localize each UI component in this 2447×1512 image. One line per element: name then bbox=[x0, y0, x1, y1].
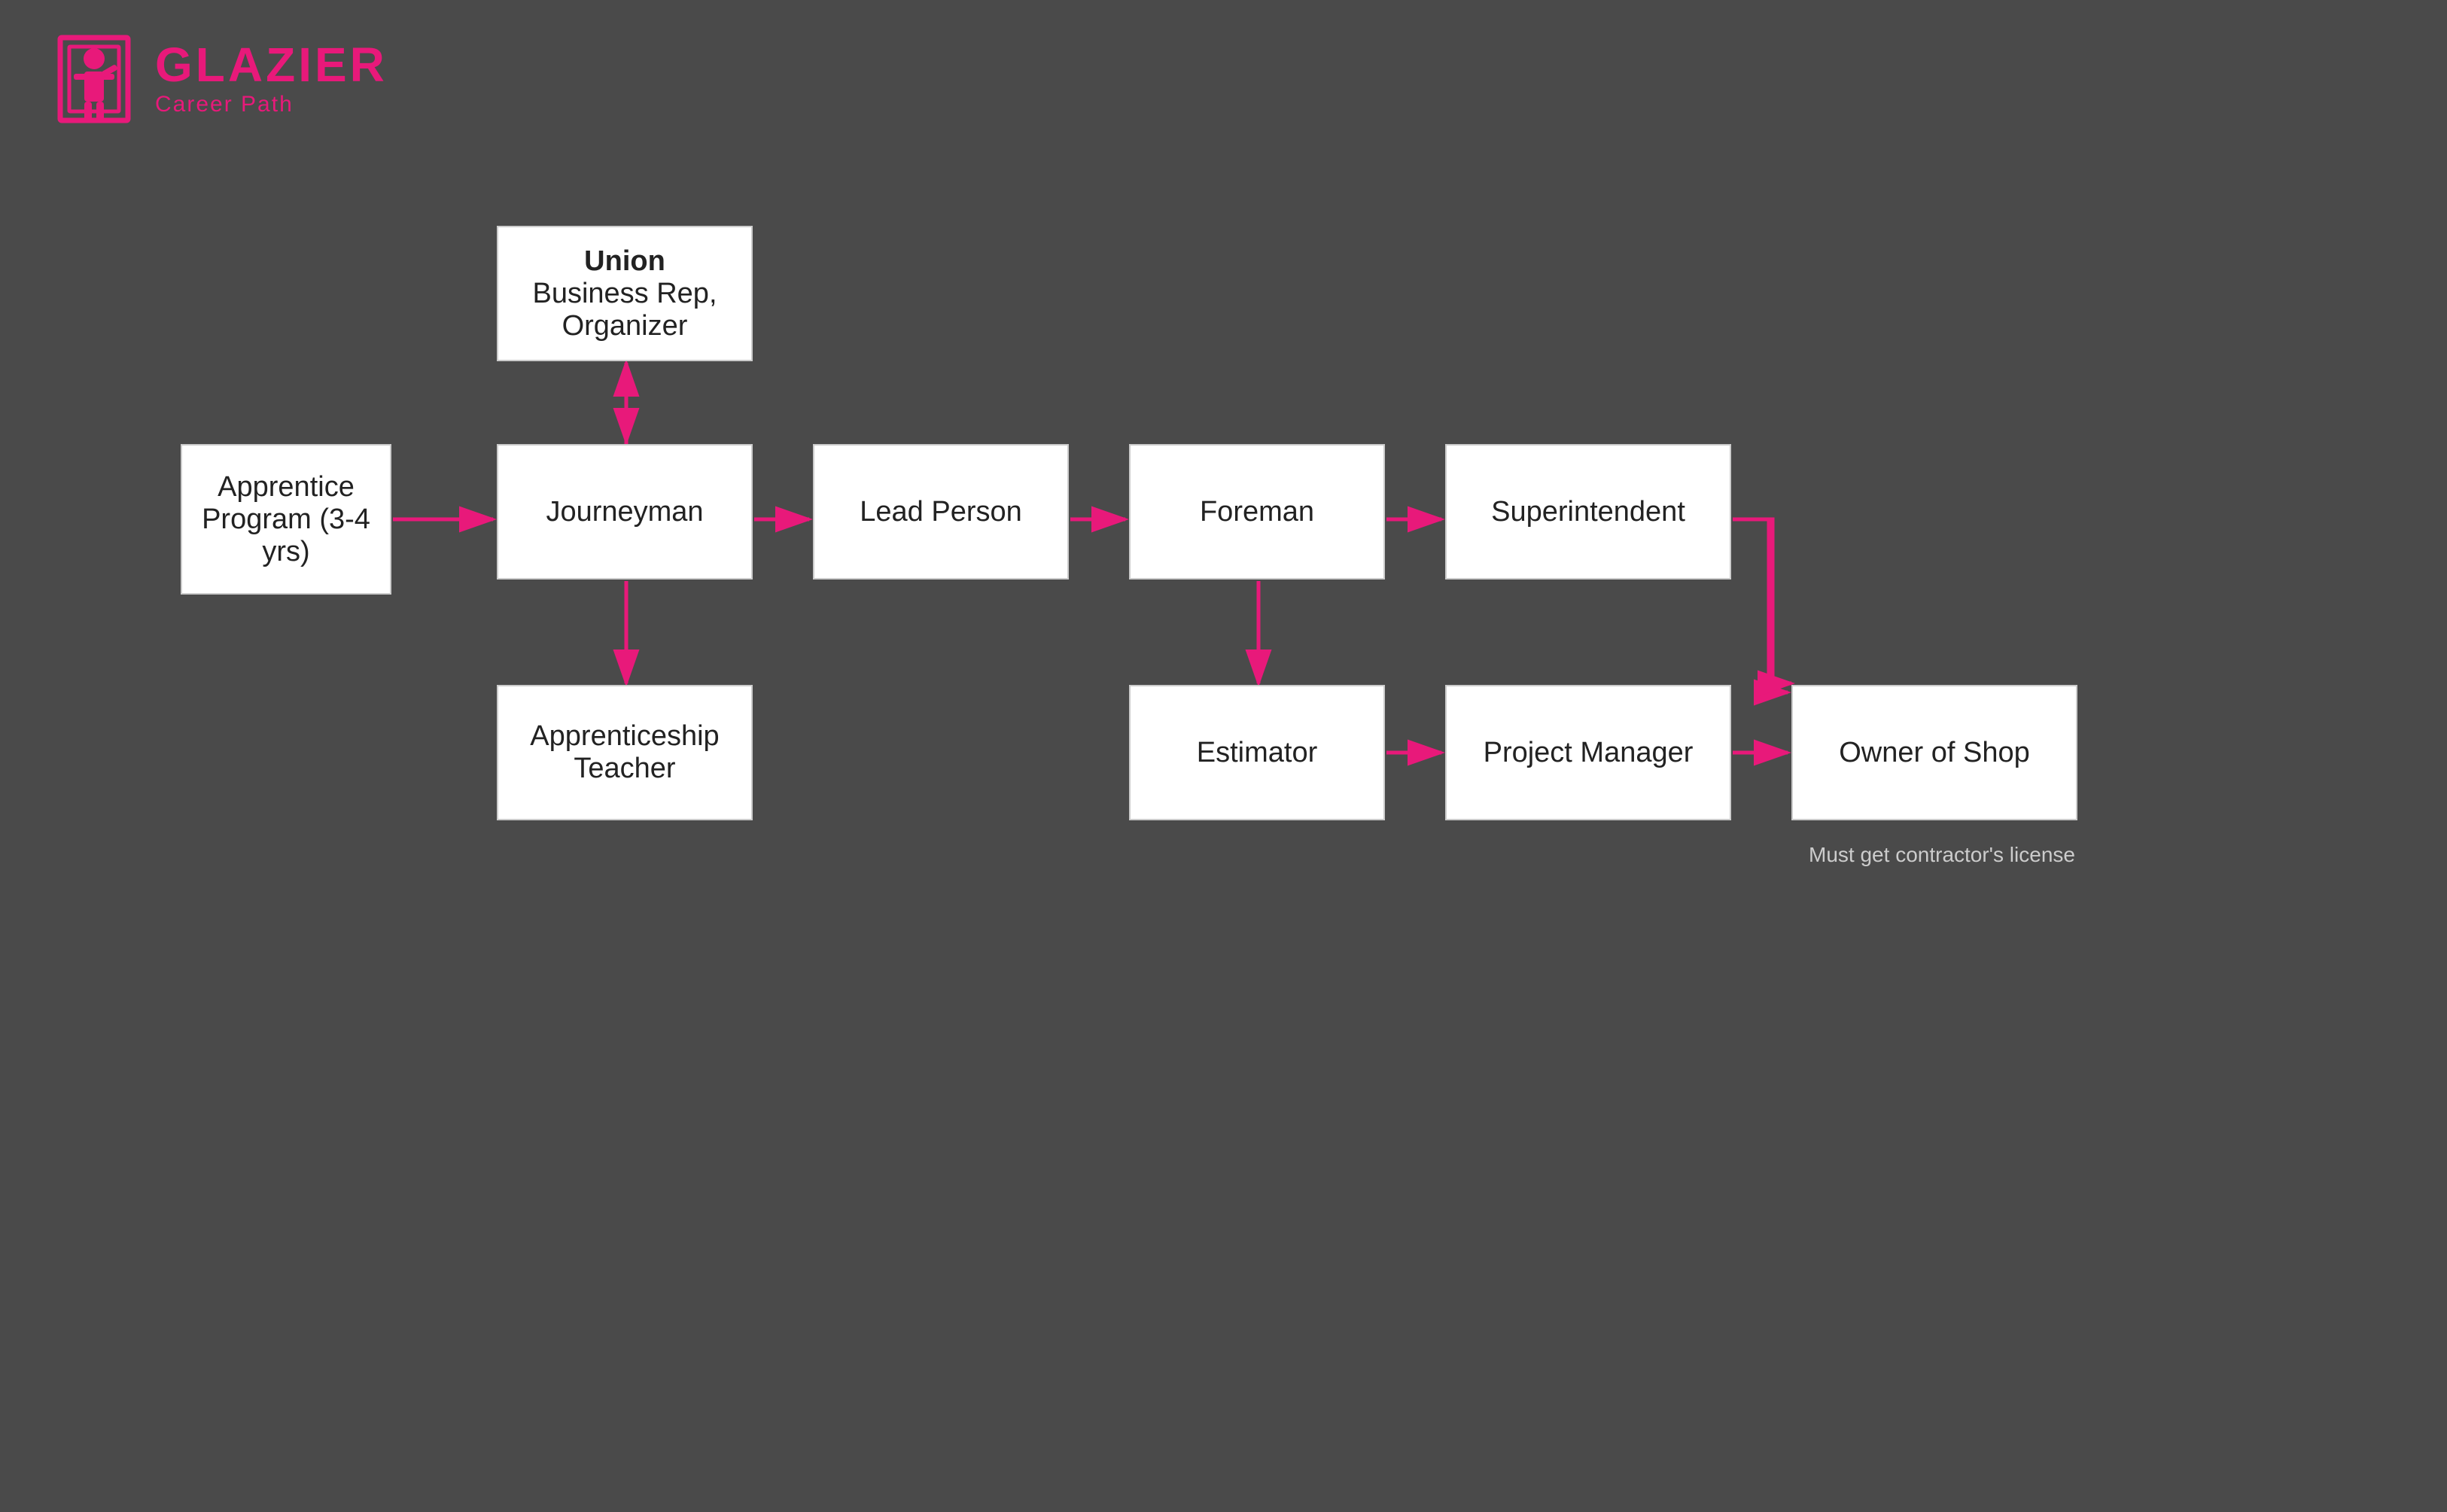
estimator-label: Estimator bbox=[1197, 737, 1317, 769]
journeyman-label: Journeyman bbox=[546, 496, 703, 528]
box-union: Union Business Rep, Organizer bbox=[497, 226, 753, 361]
union-box-content: Union Business Rep, Organizer bbox=[532, 245, 717, 342]
owner-of-shop-label: Owner of Shop bbox=[1839, 737, 2029, 769]
glazier-logo-icon bbox=[45, 30, 143, 128]
box-apprenticeship-teacher: Apprenticeship Teacher bbox=[497, 685, 753, 820]
box-owner-of-shop: Owner of Shop bbox=[1791, 685, 2077, 820]
logo-subtitle: Career Path bbox=[155, 92, 388, 117]
logo-title: GLAZIER bbox=[155, 41, 388, 89]
box-estimator: Estimator bbox=[1129, 685, 1385, 820]
union-label-line3: Organizer bbox=[562, 310, 688, 342]
box-apprentice-program: Apprentice Program (3-4 yrs) bbox=[181, 444, 391, 595]
union-label-bold: Union bbox=[584, 245, 665, 277]
box-foreman: Foreman bbox=[1129, 444, 1385, 580]
lead-person-label: Lead Person bbox=[860, 496, 1022, 528]
logo-text-area: GLAZIER Career Path bbox=[155, 41, 388, 117]
apprenticeship-teacher-label: Apprenticeship Teacher bbox=[510, 720, 739, 785]
foreman-label: Foreman bbox=[1200, 496, 1314, 528]
box-lead-person: Lead Person bbox=[813, 444, 1069, 580]
project-manager-label: Project Manager bbox=[1484, 737, 1694, 769]
box-journeyman: Journeyman bbox=[497, 444, 753, 580]
superintendent-label: Superintendent bbox=[1491, 496, 1685, 528]
box-superintendent: Superintendent bbox=[1445, 444, 1731, 580]
apprentice-program-label: Apprentice Program (3-4 yrs) bbox=[194, 471, 378, 568]
contractor-license-note: Must get contractor's license bbox=[1791, 843, 2092, 867]
logo-area: GLAZIER Career Path bbox=[45, 30, 388, 128]
box-project-manager: Project Manager bbox=[1445, 685, 1731, 820]
union-label-line2: Business Rep, bbox=[532, 278, 717, 309]
career-path-diagram: Union Business Rep, Organizer Apprentice… bbox=[135, 196, 2394, 1400]
